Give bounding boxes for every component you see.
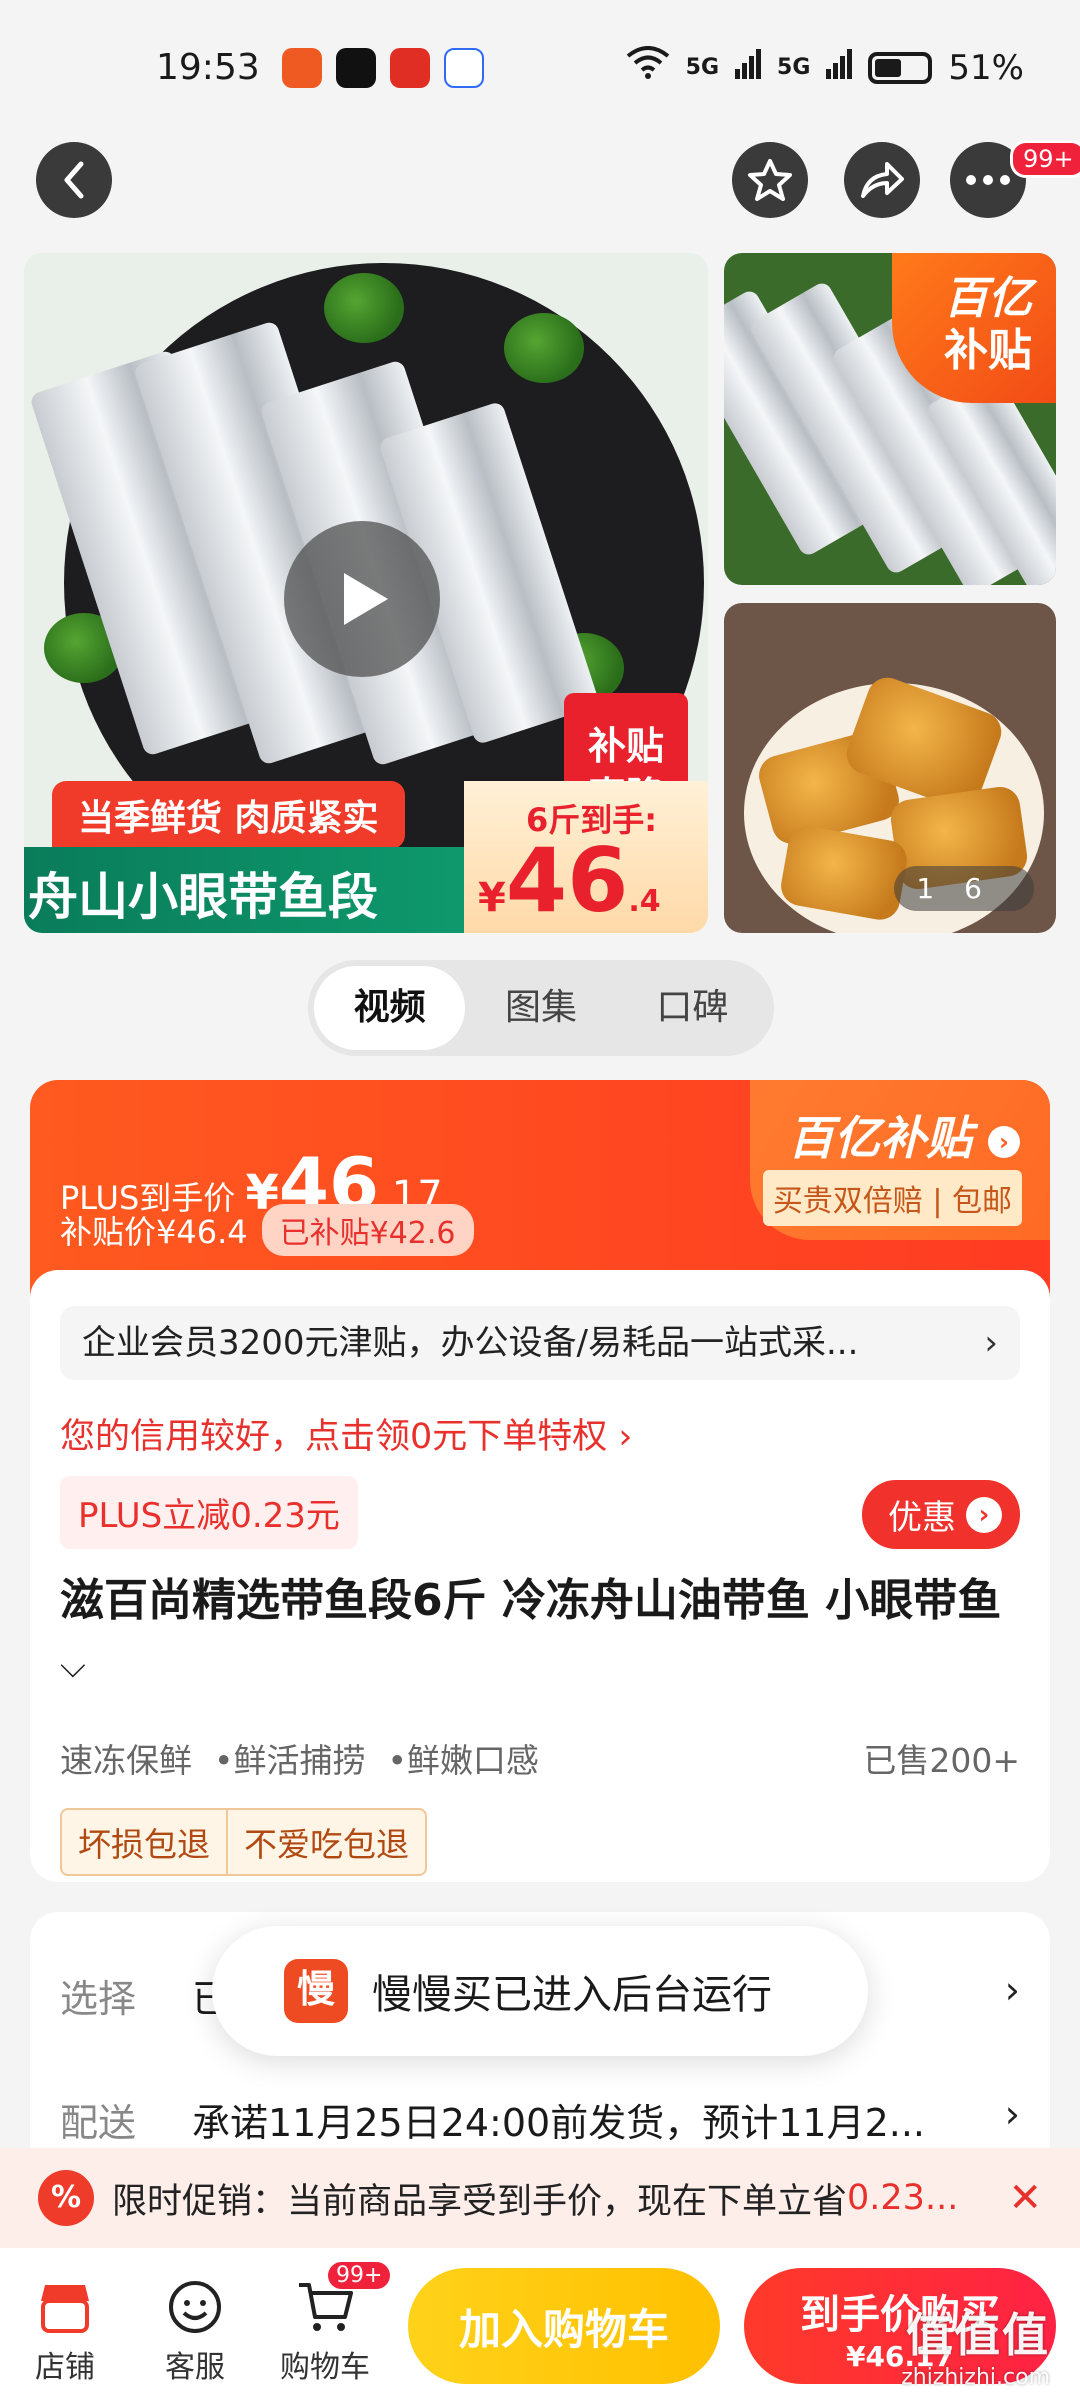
back-button[interactable]: [36, 142, 112, 218]
chevron-right-icon: ›: [1004, 1968, 1020, 2012]
chevron-right-icon: ›: [984, 1323, 998, 1363]
share-button[interactable]: [844, 142, 920, 218]
signal-5g-2: 5G: [777, 55, 811, 80]
play-icon: [344, 573, 388, 625]
product-title[interactable]: 滋百尚精选带鱼段6斤 冷冻舟山油带鱼 小眼带鱼 ⌵: [60, 1570, 1020, 1697]
product-video-thumbnail[interactable]: 补贴 直降 当季鲜货 肉质紧实 舟山小眼带鱼段 6斤到手: ¥46.4: [24, 253, 708, 933]
cart-badge: 99+: [328, 2262, 391, 2289]
image-price-card: 6斤到手: ¥46.4: [464, 781, 708, 933]
customer-service-button[interactable]: 客服: [140, 2272, 250, 2386]
plus-discount-tag: PLUS立减0.23元: [60, 1476, 358, 1549]
product-name-banner: 舟山小眼带鱼段: [24, 847, 484, 933]
promo-bar[interactable]: % 限时促销：当前商品享受到手价，现在下单立省 0.23... ✕: [0, 2148, 1080, 2248]
wifi-icon: [626, 46, 670, 89]
discount-button[interactable]: 优惠 ›: [862, 1480, 1020, 1549]
gallery-counter: 16: [894, 866, 1034, 911]
delivery-row[interactable]: 配送 承诺11月25日24:00前发货，预计11月2... ›: [60, 2092, 1020, 2147]
sold-count: 已售200+: [863, 1741, 1020, 1780]
share-icon: [861, 162, 904, 198]
bottom-action-bar: 店铺 客服 99+ 购物车 加入购物车 到手价购买 ¥46.17 值值值 zhi…: [0, 2248, 1080, 2400]
tab-reviews[interactable]: 口碑: [617, 966, 768, 1050]
chevron-down-icon: ⌵: [60, 1646, 86, 1686]
guarantee-label: 买贵双倍赔 | 包邮: [762, 1170, 1022, 1226]
site-watermark: 值值值 zhizhizhi.com: [901, 2308, 1050, 2390]
enterprise-notice[interactable]: 企业会员3200元津贴，办公设备/易耗品一站式采... ›: [60, 1306, 1020, 1380]
cart-button[interactable]: 99+ 购物车: [270, 2262, 391, 2386]
battery-level: 51%: [948, 47, 1024, 88]
favorite-button[interactable]: [732, 142, 808, 218]
battery-icon: [868, 51, 933, 84]
subsidy-price-row: 补贴价¥46.4 已补贴¥42.6: [60, 1204, 474, 1256]
tab-gallery[interactable]: 图集: [465, 966, 616, 1050]
signal-5g-1: 5G: [685, 55, 720, 80]
manmanmai-app-icon: [281, 47, 322, 88]
return-guarantee: 坏损包退 不爱吃包退: [60, 1808, 427, 1876]
chevron-right-icon: ›: [988, 1125, 1020, 1158]
chevron-left-icon: [64, 161, 84, 199]
discount-percent-icon: %: [38, 2170, 94, 2226]
clock: 19:53: [156, 47, 260, 88]
more-badge: 99+: [1010, 140, 1080, 178]
close-icon[interactable]: ✕: [1008, 2175, 1042, 2221]
chevron-right-icon: ›: [1004, 2092, 1020, 2136]
star-icon: [748, 159, 792, 201]
chevron-right-icon: ›: [966, 1496, 1002, 1533]
credit-link[interactable]: 您的信用较好，点击领0元下单特权 ›: [60, 1408, 632, 1459]
tiktok-app-icon: [335, 47, 376, 88]
play-button[interactable]: [284, 521, 440, 677]
gallery-thumbnail-fried[interactable]: 16: [724, 603, 1056, 933]
store-icon: [10, 2272, 120, 2342]
cart-icon: 99+: [270, 2262, 391, 2342]
feature-list: 速冻保鲜 •鲜活捕捞 •鲜嫩口感: [60, 1741, 539, 1780]
chat-face-icon: [140, 2272, 250, 2342]
notification-icons: [281, 47, 484, 88]
subsidized-chip: 已补贴¥42.6: [261, 1204, 474, 1256]
manmanmai-logo: 慢: [284, 1959, 348, 2023]
tab-video[interactable]: 视频: [314, 966, 466, 1050]
signal-bars-icon: [826, 48, 853, 88]
signal-bars-icon: [735, 48, 762, 88]
status-bar: 19:53 5G 5G 51%: [0, 0, 1080, 135]
store-button[interactable]: 店铺: [10, 2272, 120, 2386]
media-tabs: 视频 图集 口碑: [308, 960, 774, 1056]
season-banner: 当季鲜货 肉质紧实: [52, 781, 405, 849]
product-info-card: 企业会员3200元津贴，办公设备/易耗品一站式采... › 您的信用较好，点击领…: [30, 1270, 1050, 1882]
yiyi-subsidy-brand[interactable]: 百亿补贴 › 买贵双倍赔 | 包邮: [750, 1080, 1050, 1240]
more-dots-icon: [966, 175, 1010, 185]
gallery-thumbnail-fish[interactable]: 百亿 补贴: [724, 253, 1056, 585]
add-to-cart-button[interactable]: 加入购物车: [408, 2268, 720, 2384]
top-navigation: [0, 140, 1080, 230]
pinduoduo-app-icon: [389, 47, 430, 88]
baidu-app-icon: [443, 47, 484, 88]
yiyi-subsidy-badge: 百亿 补贴: [892, 253, 1056, 403]
background-run-toast: 慢 慢慢买已进入后台运行: [212, 1926, 868, 2056]
